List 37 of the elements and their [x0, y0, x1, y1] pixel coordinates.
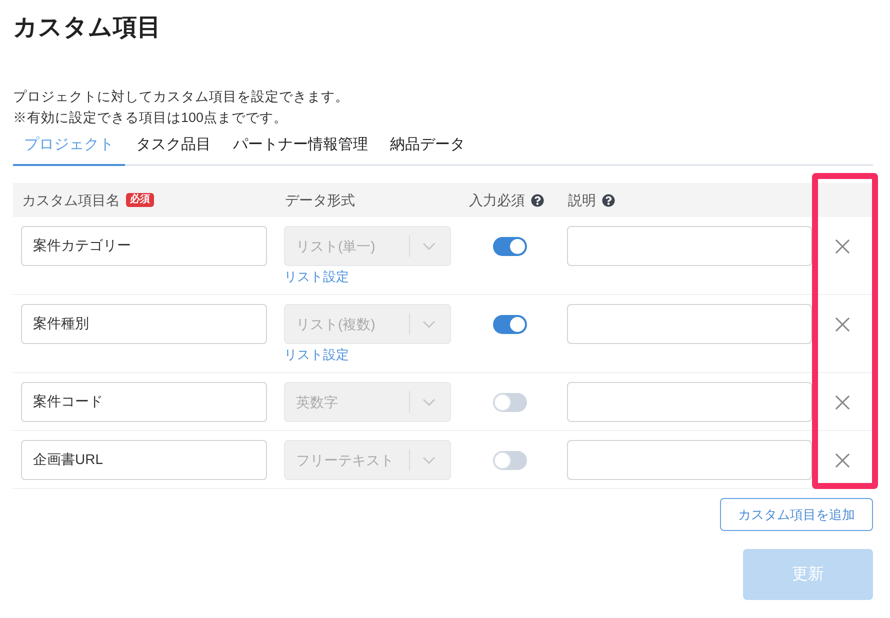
close-icon: [835, 316, 850, 332]
column-header: 入力必須: [469, 190, 525, 210]
help-icon[interactable]: [602, 194, 615, 206]
description-text: プロジェクトに対してカスタム項目を設定できます。: [13, 88, 349, 106]
column-header: カスタム項目名: [22, 190, 120, 210]
page-title: カスタム項目: [13, 13, 161, 43]
field-name-input[interactable]: 案件コード: [21, 382, 267, 422]
required-badge: 必須: [126, 193, 154, 207]
list-settings-link[interactable]: リスト設定: [284, 268, 349, 286]
chevron-down-icon: [423, 456, 435, 464]
chevron-down-icon: [423, 398, 435, 406]
field-name-input[interactable]: 企画書URL: [21, 440, 267, 480]
tab[interactable]: タスク品目: [125, 128, 222, 166]
chevron-down-icon: [423, 320, 435, 328]
tab[interactable]: 納品データ: [379, 128, 476, 166]
description-input[interactable]: [567, 440, 812, 480]
close-icon: [835, 394, 850, 410]
field-name-input[interactable]: 案件種別: [21, 304, 267, 344]
column-header: 説明: [568, 190, 596, 210]
tab[interactable]: パートナー情報管理: [222, 128, 379, 166]
help-icon[interactable]: [531, 194, 544, 206]
close-icon: [835, 452, 850, 468]
field-name-input[interactable]: 案件カテゴリー: [21, 226, 267, 266]
description-input[interactable]: [567, 382, 812, 422]
description-input[interactable]: [567, 226, 812, 266]
description-text: ※有効に設定できる項目は100点までです。: [13, 109, 288, 127]
toggle-switch[interactable]: [492, 236, 526, 256]
chevron-down-icon: [423, 242, 435, 250]
tab[interactable]: プロジェクト: [13, 128, 125, 166]
list-settings-link[interactable]: リスト設定: [284, 346, 349, 364]
close-icon: [835, 238, 850, 254]
toggle-switch[interactable]: [492, 314, 526, 334]
add-field-button[interactable]: カスタム項目を追加: [720, 498, 873, 531]
description-input[interactable]: [567, 304, 812, 344]
toggle-switch[interactable]: [492, 450, 526, 470]
column-header: データ形式: [285, 190, 355, 210]
toggle-switch[interactable]: [492, 392, 526, 412]
